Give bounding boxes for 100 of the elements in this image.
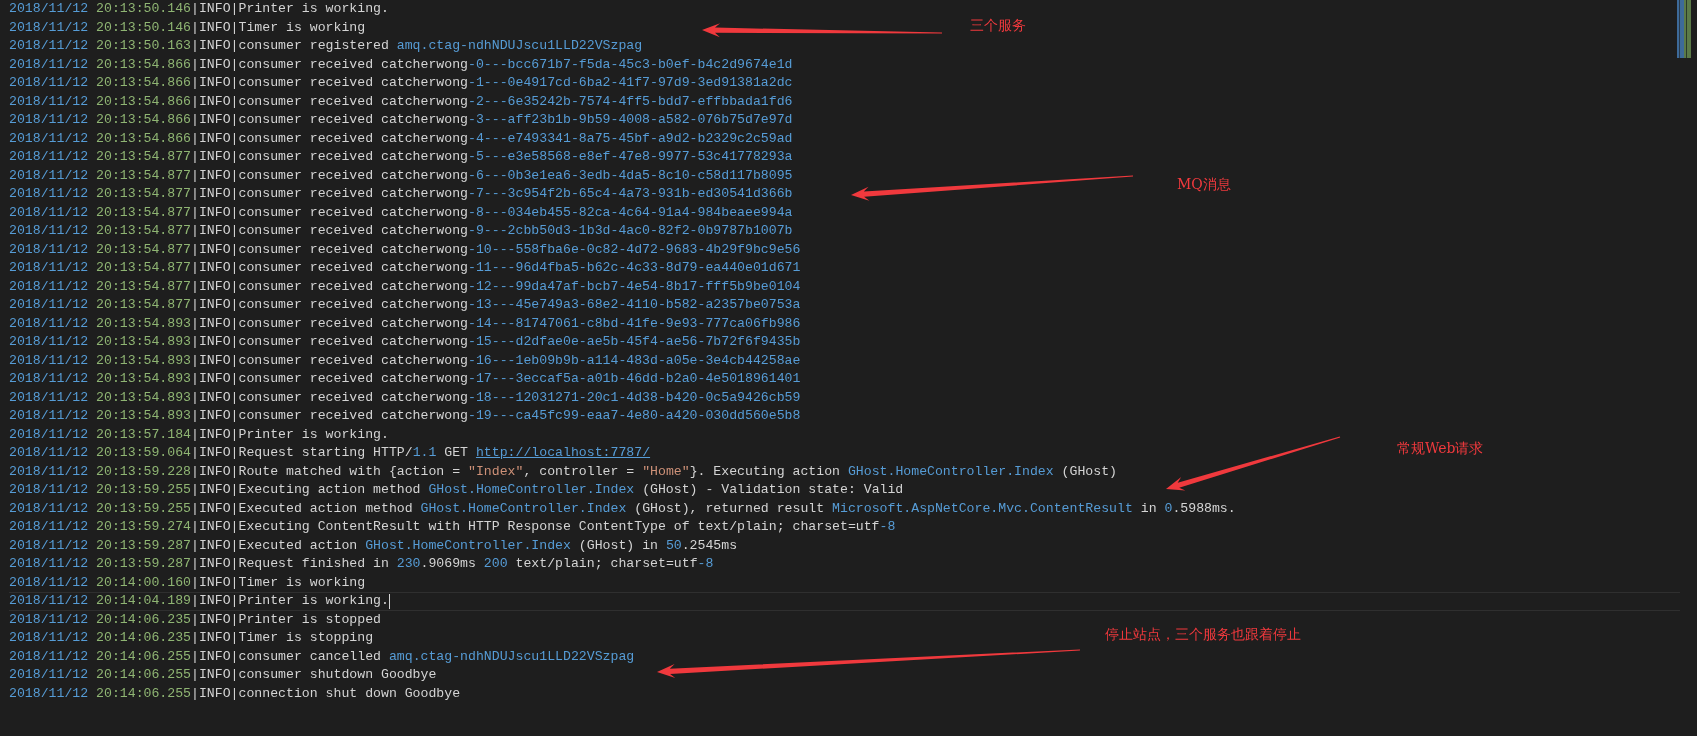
log-message: Printer is working. <box>238 593 389 610</box>
log-level: |INFO| <box>191 370 239 388</box>
log-message: consumer received catcherwong-7---3c954f2b-65c4-4a73-931b-ed30541d366b <box>238 185 793 203</box>
log-time: 20:13:59.064 <box>96 444 192 462</box>
log-time: 20:13:54.877 <box>96 222 192 240</box>
log-time: 20:13:59.228 <box>96 462 192 481</box>
log-time: 20:13:50.146 <box>96 18 192 37</box>
log-date: 2018/11/12 <box>9 388 89 407</box>
log-date: 2018/11/12 <box>9 37 89 55</box>
log-level: |INFO| <box>191 499 239 518</box>
log-time: 20:13:54.893 <box>96 370 192 388</box>
log-date: 2018/11/12 <box>9 55 89 74</box>
log-message: consumer received catcherwong-4---e7493341-8a75-45bf-a9d2-b2329c2c59ad <box>238 129 793 148</box>
log-message: consumer received catcherwong-8---034eb455-82ca-4c64-91a4-984beaee994a <box>238 203 793 222</box>
log-level: |INFO| <box>191 92 239 111</box>
log-level: |INFO| <box>191 684 239 703</box>
log-message: consumer received catcherwong-1---0e4917cd-6ba2-41f7-97d9-3ed91381a2dc <box>238 74 793 92</box>
log-level: |INFO| <box>191 351 239 370</box>
log-message: Executed action GHost.HomeController.Index (GHost) in 50.2545ms <box>238 536 738 555</box>
log-date: 2018/11/12 <box>9 629 89 647</box>
log-time: 20:14:06.255 <box>96 684 192 703</box>
log-time: 20:13:54.893 <box>96 407 192 425</box>
log-date: 2018/11/12 <box>9 610 89 629</box>
log-message: Executed action method GHost.HomeController.Index (GHost), returned result Microsoft.AspNetCore.Mvc.ContentResult in 0.5988ms. <box>238 499 1236 518</box>
log-date: 2018/11/12 <box>9 0 89 18</box>
log-level: |INFO| <box>191 666 239 684</box>
log-level: |INFO| <box>191 296 239 314</box>
log-level: |INFO| <box>191 111 239 129</box>
log-level: |INFO| <box>191 314 239 333</box>
log-message: Timer is stopping <box>238 629 374 647</box>
url-link[interactable]: http://localhost:7787/ <box>475 445 651 460</box>
log-date: 2018/11/12 <box>9 203 89 222</box>
log-time: 20:13:59.287 <box>96 536 192 555</box>
log-time: 20:14:06.255 <box>96 647 192 666</box>
annotation-label: 三个服务 <box>970 17 1026 35</box>
log-date: 2018/11/12 <box>9 18 89 37</box>
log-time: 20:13:59.255 <box>96 481 192 499</box>
log-date: 2018/11/12 <box>9 111 89 129</box>
log-time: 20:13:54.893 <box>96 351 192 370</box>
log-date: 2018/11/12 <box>9 684 89 703</box>
log-level: |INFO| <box>191 462 239 481</box>
log-time: 20:13:54.877 <box>96 277 192 296</box>
log-message: connection shut down Goodbye <box>238 684 461 703</box>
log-level: |INFO| <box>191 0 239 18</box>
log-date: 2018/11/12 <box>9 370 89 388</box>
log-date: 2018/11/12 <box>9 259 89 277</box>
log-date: 2018/11/12 <box>9 666 89 684</box>
log-level: |INFO| <box>191 277 239 296</box>
log-message: consumer received catcherwong-16---1eb09b9b-a114-483d-a05e-3e4cb44258ae <box>238 351 801 370</box>
log-message: consumer cancelled amq.ctag-ndhNDUJscu1LLD22VSzpag <box>238 647 635 666</box>
log-time: 20:13:57.184 <box>96 425 192 444</box>
log-message: consumer received catcherwong-14---81747061-c8bd-41fe-9e93-777ca06fb986 <box>238 314 801 333</box>
log-level: |INFO| <box>191 129 239 148</box>
log-level: |INFO| <box>191 185 239 203</box>
text-cursor <box>388 593 390 609</box>
log-date: 2018/11/12 <box>9 166 89 185</box>
log-level: |INFO| <box>191 259 239 277</box>
log-time: 20:13:54.893 <box>96 388 192 407</box>
log-message: consumer shutdown Goodbye <box>238 666 437 684</box>
log-message: consumer received catcherwong-5---e3e58568-e8ef-47e8-9977-53c41778293a <box>238 148 793 166</box>
log-time: 20:14:00.160 <box>96 573 192 592</box>
log-date: 2018/11/12 <box>9 481 89 499</box>
log-time: 20:13:54.877 <box>96 259 192 277</box>
log-date: 2018/11/12 <box>9 92 89 111</box>
log-level: |INFO| <box>191 536 239 555</box>
log-date: 2018/11/12 <box>9 462 89 481</box>
log-message: consumer received catcherwong-2---6e35242b-7574-4ff5-bdd7-effbbada1fd6 <box>238 92 793 111</box>
log-date: 2018/11/12 <box>9 518 89 536</box>
log-message: Timer is working <box>238 18 366 37</box>
log-level: |INFO| <box>191 55 239 74</box>
log-message: consumer received catcherwong-0---bcc671b7-f5da-45c3-b0ef-b4c2d9674e1d <box>238 55 793 74</box>
log-time: 20:13:54.866 <box>96 111 192 129</box>
log-time: 20:13:59.274 <box>96 518 192 536</box>
log-message: consumer received catcherwong-11---96d4fba5-b62c-4c33-8d79-ea440e01d671 <box>238 259 801 277</box>
log-message: consumer received catcherwong-3---aff23b1b-9b59-4008-a582-076b75d7e97d <box>238 111 793 129</box>
log-date: 2018/11/12 <box>9 240 89 259</box>
log-time: 20:14:06.255 <box>96 666 192 684</box>
log-message: consumer received catcherwong-18---12031271-20c1-4d38-b420-0c5a9426cb59 <box>238 388 801 407</box>
log-level: |INFO| <box>191 203 239 222</box>
log-time: 20:13:59.287 <box>96 555 192 573</box>
log-message: Route matched with {action = "Index", controller = "Home"}. Executing action GHost.HomeController.Index (GHost) <box>238 462 1117 481</box>
log-time: 20:13:54.893 <box>96 333 192 351</box>
log-level: |INFO| <box>191 573 239 592</box>
log-level: |INFO| <box>191 333 239 351</box>
log-time: 20:13:54.893 <box>96 314 192 333</box>
log-time: 20:13:54.877 <box>96 166 192 185</box>
log-message: Executing action method GHost.HomeController.Index (GHost) - Validation state: Valid <box>238 481 904 499</box>
log-time: 20:13:54.866 <box>96 55 192 74</box>
log-time: 20:14:06.235 <box>96 629 192 647</box>
log-time: 20:13:50.163 <box>96 37 192 55</box>
log-message: Printer is stopped <box>238 610 381 629</box>
log-level: |INFO| <box>191 610 239 629</box>
log-time: 20:13:54.866 <box>96 129 192 148</box>
log-time: 20:14:04.189 <box>96 593 192 610</box>
log-time: 20:13:54.877 <box>96 203 192 222</box>
log-level: |INFO| <box>191 37 239 55</box>
log-message: consumer registered amq.ctag-ndhNDUJscu1LLD22VSzpag <box>238 37 643 55</box>
log-level: |INFO| <box>191 388 239 407</box>
log-date: 2018/11/12 <box>9 74 89 92</box>
log-date: 2018/11/12 <box>9 407 89 425</box>
